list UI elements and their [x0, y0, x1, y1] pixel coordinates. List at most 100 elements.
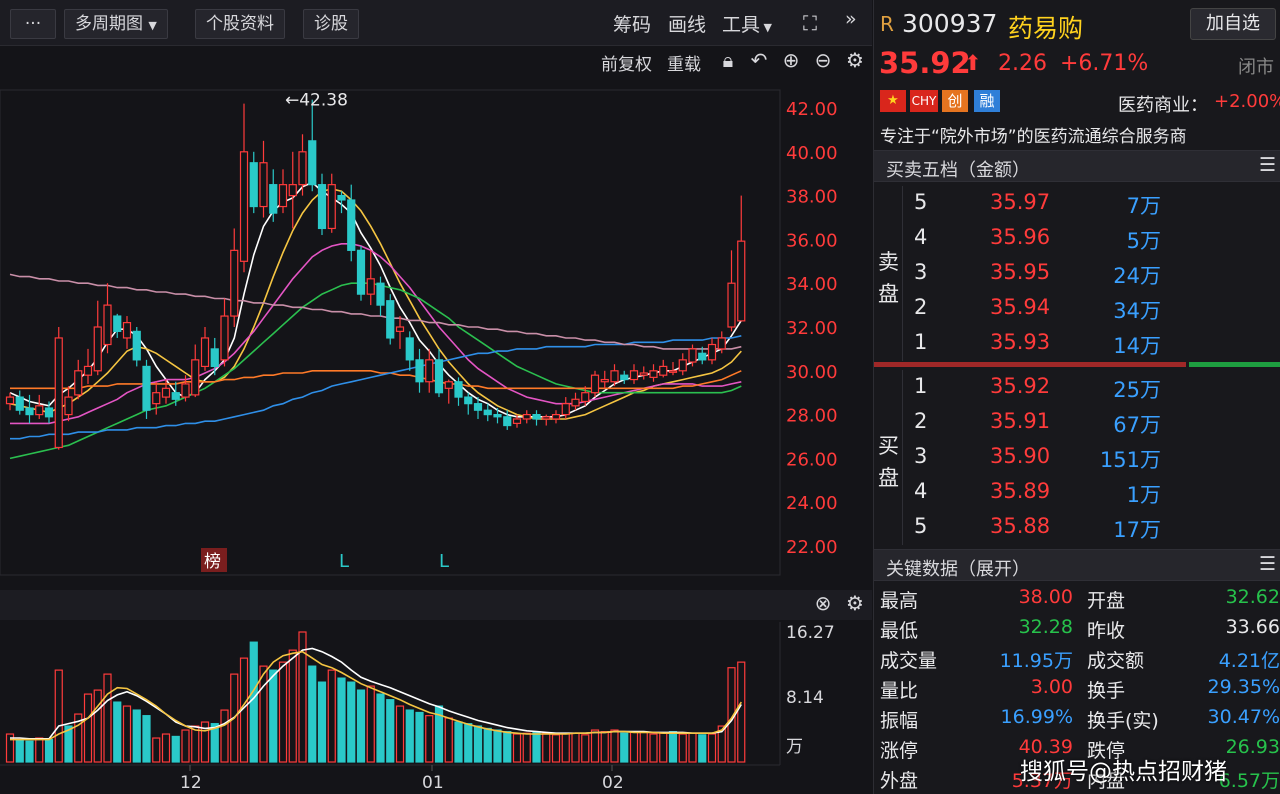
- undo-icon[interactable]: ↶: [748, 50, 770, 70]
- buy-order-amount: 67万: [1113, 413, 1161, 437]
- volume-bar: [288, 649, 297, 763]
- volume-bar: [532, 731, 541, 763]
- key-data-label: 量比: [880, 680, 919, 702]
- volume-bar: [571, 732, 580, 763]
- chips-button[interactable]: 筹码: [613, 10, 651, 37]
- volume-bar: [600, 731, 609, 763]
- key-data-value: 16.99%: [1000, 706, 1073, 728]
- candle-body: [74, 370, 83, 396]
- candle-body: [230, 249, 239, 317]
- volume-bar: [542, 732, 551, 763]
- adjust-button[interactable]: 前复权: [601, 50, 652, 75]
- buy-order-level: 3: [914, 444, 928, 468]
- candle-body: [191, 359, 200, 396]
- zoom-out-icon[interactable]: ⊖: [812, 50, 834, 70]
- close-circle-icon[interactable]: ⊗: [812, 593, 834, 613]
- period-label: 多周期图: [75, 14, 143, 34]
- sell-order-price: 35.94: [990, 295, 1051, 319]
- candle-body: [464, 396, 473, 405]
- buy-order-row[interactable]: 1 35.92 25万: [874, 370, 1280, 405]
- candle-body: [668, 370, 678, 373]
- sell-order-price: 35.93: [990, 330, 1051, 354]
- sell-order-row[interactable]: 5 35.97 7万: [874, 186, 1280, 221]
- candle-body: [103, 304, 112, 346]
- candle-body: [425, 359, 434, 383]
- volume-bar: [707, 733, 717, 763]
- sell-order-row[interactable]: 2 35.94 34万: [874, 291, 1280, 326]
- buy-order-row[interactable]: 3 35.90 151万: [874, 440, 1280, 475]
- key-data-value: 38.00: [1018, 586, 1073, 608]
- price-tick-label: 40.00: [786, 143, 838, 164]
- sell-order-level: 5: [914, 190, 928, 214]
- candle-body: [93, 326, 102, 372]
- key-data-label: 开盘: [1087, 590, 1126, 612]
- tools-menu[interactable]: 工具 ▼: [722, 10, 772, 37]
- expand-button[interactable]: »: [845, 8, 857, 30]
- candle-body: [395, 326, 405, 332]
- key-data-label: 涨停: [880, 740, 919, 762]
- volume-bar: [386, 699, 395, 763]
- candle-body: [678, 359, 687, 372]
- add-favorite-button[interactable]: 加自选: [1190, 8, 1276, 40]
- fullscreen-icon[interactable]: ⛶: [796, 13, 824, 33]
- stock-name: 药易购: [1008, 14, 1084, 43]
- sell-order-row[interactable]: 3 35.95 24万: [874, 256, 1280, 291]
- candle-body: [415, 359, 424, 383]
- candle-body: [113, 315, 122, 332]
- candle-body: [639, 372, 648, 376]
- gear-icon[interactable]: ⚙: [844, 593, 866, 613]
- more-button[interactable]: ···: [10, 9, 56, 39]
- volume-bar: [678, 733, 687, 763]
- price-tick-label: 34.00: [786, 274, 838, 295]
- menu-icon[interactable]: ☰: [1259, 553, 1276, 575]
- profile-button[interactable]: 个股资料: [195, 9, 285, 39]
- volume-bar: [376, 693, 385, 763]
- dropdown-arrow-icon: ▼: [760, 21, 772, 34]
- sell-order-row[interactable]: 1 35.93 14万: [874, 326, 1280, 361]
- reload-button[interactable]: 重载: [667, 50, 701, 75]
- key-data-value: 30.47%: [1207, 706, 1280, 728]
- volume-bar: [395, 705, 405, 763]
- buy-order-row[interactable]: 2 35.91 67万: [874, 405, 1280, 440]
- volume-bar: [308, 665, 317, 763]
- key-data-value: 29.35%: [1207, 676, 1280, 698]
- tools-label: 工具: [722, 14, 761, 36]
- zoom-in-icon[interactable]: ⊕: [780, 50, 802, 70]
- sell-order-amount: 5万: [1126, 229, 1161, 253]
- keydata-header[interactable]: 关键数据（展开） ☰: [874, 549, 1280, 581]
- volume-bar: [317, 681, 327, 763]
- sell-order-row[interactable]: 4 35.96 5万: [874, 221, 1280, 256]
- lock-icon[interactable]: 🔒︎: [717, 50, 739, 70]
- draw-line-button[interactable]: 画线: [668, 10, 706, 37]
- orderbook-header[interactable]: 买卖五档（金额） ☰: [874, 150, 1280, 182]
- buy-order-amount: 1万: [1126, 483, 1161, 507]
- candle-body: [698, 352, 707, 361]
- volume-bar: [493, 729, 502, 763]
- diagnose-button[interactable]: 诊股: [303, 9, 359, 39]
- buy-order-row[interactable]: 5 35.88 17万: [874, 510, 1280, 545]
- volume-bar: [347, 681, 356, 763]
- industry-label[interactable]: 医药商业：: [1118, 91, 1208, 117]
- candle-body: [727, 282, 736, 328]
- volume-bar: [425, 715, 434, 763]
- buy-order-price: 35.91: [990, 409, 1051, 433]
- candle-body: [493, 414, 502, 418]
- volume-bar: [152, 737, 161, 763]
- volume-bar: [698, 734, 707, 763]
- candle-body: [610, 370, 619, 383]
- volume-bar: [610, 729, 619, 763]
- volume-bar: [337, 677, 346, 763]
- buy-order-row[interactable]: 4 35.89 1万: [874, 475, 1280, 510]
- candle-body: [649, 370, 658, 378]
- period-dropdown[interactable]: 多周期图 ▼: [64, 9, 168, 39]
- key-data-label: 最高: [880, 590, 919, 612]
- candle-body: [659, 365, 668, 376]
- key-data-label: 换手(实): [1087, 710, 1159, 732]
- candle-body: [600, 378, 609, 383]
- menu-icon[interactable]: ☰: [1259, 154, 1276, 176]
- candle-body: [308, 140, 317, 186]
- candle-body: [317, 184, 327, 230]
- gear-icon[interactable]: ⚙: [844, 50, 866, 70]
- price-tick-label: 22.00: [786, 537, 838, 558]
- price-change: 2.26: [998, 51, 1047, 76]
